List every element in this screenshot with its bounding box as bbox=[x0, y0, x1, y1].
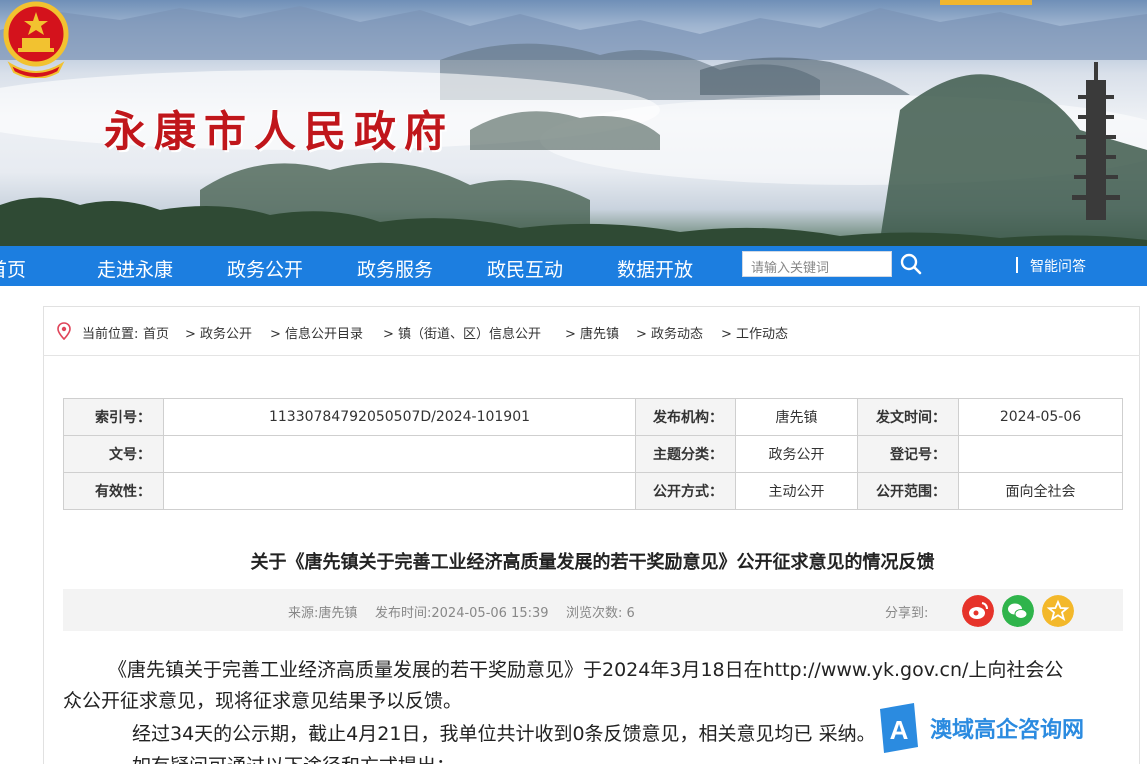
table-row: 索引号： 11330784792050507D/2024-101901 发布机构… bbox=[63, 398, 1123, 436]
article-view-count: 浏览次数: 6 bbox=[566, 606, 635, 621]
article-publish-time: 发布时间:2024-05-06 15:39 bbox=[375, 606, 549, 621]
validity-value bbox=[163, 472, 636, 510]
nav-item-home[interactable]: 首页 bbox=[0, 255, 26, 282]
index-value: 11330784792050507D/2024-101901 bbox=[163, 398, 636, 436]
breadcrumb-home[interactable]: 首页 bbox=[143, 323, 169, 342]
article-paragraph-1-line-2: 众公开征求意见，现将征求意见结果予以反馈。 bbox=[63, 690, 463, 712]
doc-number-value bbox=[163, 435, 636, 473]
nav-item-smart-qa[interactable]: 智能问答 bbox=[1030, 256, 1086, 276]
date-label: 发文时间： bbox=[857, 398, 959, 436]
disclosure-mode-label: 公开方式： bbox=[635, 472, 736, 510]
favorite-icon[interactable] bbox=[1042, 595, 1074, 627]
breadcrumb-prefix: 当前位置: bbox=[82, 327, 139, 342]
search-icon[interactable] bbox=[898, 251, 924, 277]
weibo-icon[interactable] bbox=[962, 595, 994, 627]
disclosure-scope-label: 公开范围： bbox=[857, 472, 959, 510]
breadcrumb-tangxian[interactable]: > 唐先镇 bbox=[565, 323, 619, 342]
breadcrumb-town-info[interactable]: > 镇（街道、区）信息公开 bbox=[383, 323, 541, 342]
nav-item-services[interactable]: 政务服务 bbox=[357, 255, 433, 282]
topic-label: 主题分类： bbox=[635, 435, 736, 473]
article-paragraph-1-line-1: 《唐先镇关于完善工业经济高质量发展的若干奖励意见》于2024年3月18日在htt… bbox=[108, 659, 1064, 681]
disclosure-scope-value: 面向全社会 bbox=[958, 472, 1123, 510]
disclosure-mode-value: 主动公开 bbox=[735, 472, 858, 510]
nav-divider bbox=[1016, 257, 1018, 273]
article-source: 来源:唐先镇 bbox=[288, 606, 358, 621]
breadcrumb-work-news[interactable]: > 工作动态 bbox=[721, 323, 788, 342]
topic-value: 政务公开 bbox=[735, 435, 858, 473]
page: 永康市人民政府 首页 走进永康 政务公开 政务服务 政民互动 数据开放 请输入关… bbox=[0, 0, 1147, 764]
breadcrumb: 当前位置: 首页 > 政务公开 > 信息公开目录 > 镇（街道、区）信息公开 >… bbox=[43, 306, 1140, 356]
header-banner: 永康市人民政府 bbox=[0, 0, 1147, 246]
registration-value bbox=[958, 435, 1123, 473]
site-title[interactable]: 永康市人民政府 bbox=[104, 98, 454, 159]
breadcrumb-catalog[interactable]: > 信息公开目录 bbox=[270, 323, 363, 342]
breadcrumb-news[interactable]: > 政务动态 bbox=[636, 323, 703, 342]
org-label: 发布机构： bbox=[635, 398, 736, 436]
org-value: 唐先镇 bbox=[735, 398, 858, 436]
logo-a-icon: A bbox=[880, 703, 918, 753]
index-label: 索引号： bbox=[63, 398, 164, 436]
doc-number-label: 文号： bbox=[63, 435, 164, 473]
top-accent-tab bbox=[940, 0, 1032, 5]
wechat-icon[interactable] bbox=[1002, 595, 1034, 627]
nav-item-interaction[interactable]: 政民互动 bbox=[487, 255, 563, 282]
nav-item-open-government[interactable]: 政务公开 bbox=[227, 255, 303, 282]
watermark-text: 澳域高企咨询网 bbox=[930, 717, 1085, 743]
nav-item-about[interactable]: 走进永康 bbox=[97, 255, 173, 282]
article-title: 关于《唐先镇关于完善工业经济高质量发展的若干奖励意见》公开征求意见的情况反馈 bbox=[250, 552, 935, 573]
document-meta-table: 索引号： 11330784792050507D/2024-101901 发布机构… bbox=[63, 398, 1123, 510]
article-paragraph-3: 如有疑问可通过以下途径和方式提出： bbox=[132, 751, 455, 764]
table-row: 有效性： 公开方式： 主动公开 公开范围： 面向全社会 bbox=[63, 472, 1123, 510]
table-row: 文号： 主题分类： 政务公开 登记号： bbox=[63, 435, 1123, 473]
share-label: 分享到: bbox=[885, 606, 929, 621]
search-input[interactable]: 请输入关键词 bbox=[742, 251, 892, 277]
location-pin-icon bbox=[57, 322, 71, 340]
article-paragraph-2: 经过34天的公示期，截止4月21日，我单位共计收到0条反馈意见，相关意见均已 采… bbox=[132, 723, 876, 745]
validity-label: 有效性： bbox=[63, 472, 164, 510]
article-info-bar: 来源:唐先镇 发布时间:2024-05-06 15:39 浏览次数: 6 分享到… bbox=[63, 589, 1123, 631]
svg-text:A: A bbox=[890, 715, 909, 745]
national-emblem-icon bbox=[3, 1, 69, 78]
breadcrumb-open-government[interactable]: > 政务公开 bbox=[185, 323, 252, 342]
registration-label: 登记号： bbox=[857, 435, 959, 473]
date-value: 2024-05-06 bbox=[958, 398, 1123, 436]
nav-item-open-data[interactable]: 数据开放 bbox=[617, 255, 693, 282]
